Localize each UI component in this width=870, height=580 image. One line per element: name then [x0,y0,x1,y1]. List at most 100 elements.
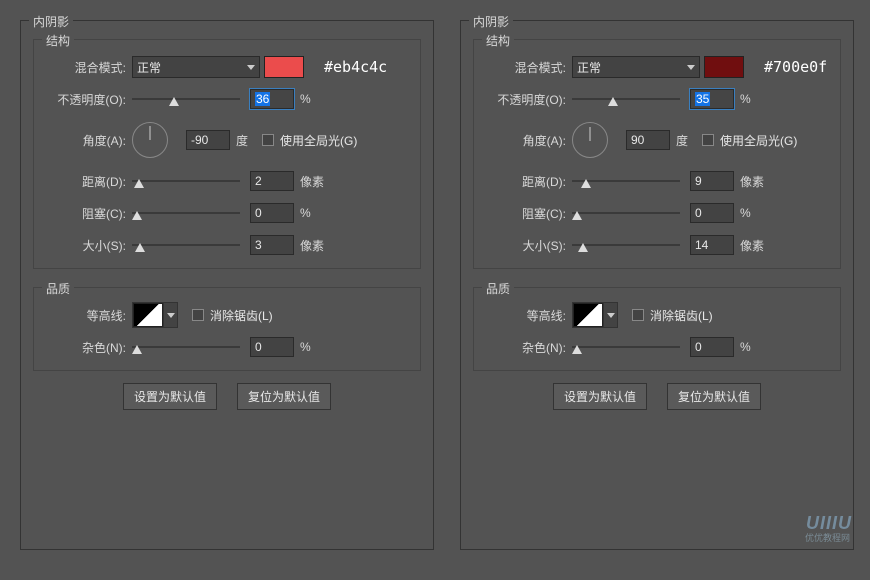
choke-label: 阻塞(C): [482,205,572,222]
opacity-label: 不透明度(O): [482,91,572,108]
antialias-label: 消除锯齿(L) [210,307,273,324]
opacity-slider[interactable] [572,89,680,109]
hex-annotation: #eb4c4c [324,58,387,76]
size-unit: 像素 [300,237,324,254]
global-light-label: 使用全局光(G) [280,132,357,149]
hex-annotation: #700e0f [764,58,827,76]
blend-mode-select[interactable]: 正常 [572,56,700,78]
distance-unit: 像素 [740,173,764,190]
size-input[interactable]: 14 [690,235,734,255]
contour-row: 等高线: 消除锯齿(L) [42,300,412,330]
noise-input[interactable]: 0 [690,337,734,357]
angle-label: 角度(A): [482,132,572,149]
global-light-checkbox[interactable] [262,134,274,146]
opacity-unit: % [300,92,311,106]
quality-group: 品质 等高线: 消除锯齿(L) 杂色(N): 0 % [33,287,421,371]
distance-row: 距离(D): 2 像素 [42,166,412,196]
noise-slider[interactable] [572,337,680,357]
angle-unit: 度 [236,132,248,149]
group-title: 品质 [42,280,74,297]
blend-mode-select[interactable]: 正常 [132,56,260,78]
button-row: 设置为默认值 复位为默认值 [461,383,853,410]
opacity-input[interactable]: 36 [250,89,294,109]
contour-row: 等高线: 消除锯齿(L) [482,300,832,330]
angle-input[interactable]: -90 [186,130,230,150]
choke-input[interactable]: 0 [250,203,294,223]
inner-shadow-panel-right: 内阴影 结构 混合模式: 正常 #700e0f 不透明度(O): 35 % 角度… [460,20,854,550]
contour-dropdown[interactable] [163,303,177,327]
choke-input[interactable]: 0 [690,203,734,223]
opacity-slider[interactable] [132,89,240,109]
blend-mode-label: 混合模式: [482,59,572,76]
choke-row: 阻塞(C): 0 % [482,198,832,228]
blend-mode-row: 混合模式: 正常 #eb4c4c [42,52,412,82]
structure-group: 结构 混合模式: 正常 #700e0f 不透明度(O): 35 % 角度(A):… [473,39,841,269]
size-slider[interactable] [132,235,240,255]
size-unit: 像素 [740,237,764,254]
choke-label: 阻塞(C): [42,205,132,222]
reset-default-button[interactable]: 复位为默认值 [237,383,331,410]
antialias-checkbox[interactable] [192,309,204,321]
distance-input[interactable]: 2 [250,171,294,191]
group-title: 结构 [42,32,74,49]
blend-mode-row: 混合模式: 正常 #700e0f [482,52,832,82]
choke-unit: % [300,206,311,220]
opacity-row: 不透明度(O): 35 % [482,84,832,114]
global-light-checkbox[interactable] [702,134,714,146]
choke-slider[interactable] [132,203,240,223]
size-input[interactable]: 3 [250,235,294,255]
size-label: 大小(S): [482,237,572,254]
noise-input[interactable]: 0 [250,337,294,357]
contour-thumb-icon [133,303,163,327]
distance-slider[interactable] [132,171,240,191]
distance-row: 距离(D): 9 像素 [482,166,832,196]
angle-unit: 度 [676,132,688,149]
noise-slider[interactable] [132,337,240,357]
angle-row: 角度(A): -90 度 使用全局光(G) [42,116,412,164]
chevron-down-icon [687,65,695,70]
antialias-checkbox[interactable] [632,309,644,321]
contour-dropdown[interactable] [603,303,617,327]
angle-row: 角度(A): 90 度 使用全局光(G) [482,116,832,164]
opacity-input[interactable]: 35 [690,89,734,109]
contour-label: 等高线: [42,307,132,324]
choke-unit: % [740,206,751,220]
color-swatch[interactable] [704,56,744,78]
opacity-row: 不透明度(O): 36 % [42,84,412,114]
choke-row: 阻塞(C): 0 % [42,198,412,228]
contour-picker[interactable] [132,302,178,328]
size-slider[interactable] [572,235,680,255]
noise-unit: % [740,340,751,354]
size-row: 大小(S): 3 像素 [42,230,412,260]
noise-row: 杂色(N): 0 % [42,332,412,362]
panel-title: 内阴影 [29,13,73,30]
distance-unit: 像素 [300,173,324,190]
opacity-label: 不透明度(O): [42,91,132,108]
quality-group: 品质 等高线: 消除锯齿(L) 杂色(N): 0 % [473,287,841,371]
color-swatch[interactable] [264,56,304,78]
angle-dial[interactable] [132,122,168,158]
set-default-button[interactable]: 设置为默认值 [553,383,647,410]
chevron-down-icon [247,65,255,70]
noise-label: 杂色(N): [482,339,572,356]
blend-mode-value: 正常 [577,59,601,76]
reset-default-button[interactable]: 复位为默认值 [667,383,761,410]
antialias-label: 消除锯齿(L) [650,307,713,324]
global-light-label: 使用全局光(G) [720,132,797,149]
watermark-text: 优优教程网 [805,531,850,544]
distance-input[interactable]: 9 [690,171,734,191]
group-title: 结构 [482,32,514,49]
contour-picker[interactable] [572,302,618,328]
set-default-button[interactable]: 设置为默认值 [123,383,217,410]
blend-mode-value: 正常 [137,59,161,76]
opacity-unit: % [740,92,751,106]
distance-slider[interactable] [572,171,680,191]
chevron-down-icon [167,313,175,318]
choke-slider[interactable] [572,203,680,223]
angle-input[interactable]: 90 [626,130,670,150]
noise-unit: % [300,340,311,354]
noise-row: 杂色(N): 0 % [482,332,832,362]
button-row: 设置为默认值 复位为默认值 [21,383,433,410]
angle-dial[interactable] [572,122,608,158]
size-label: 大小(S): [42,237,132,254]
